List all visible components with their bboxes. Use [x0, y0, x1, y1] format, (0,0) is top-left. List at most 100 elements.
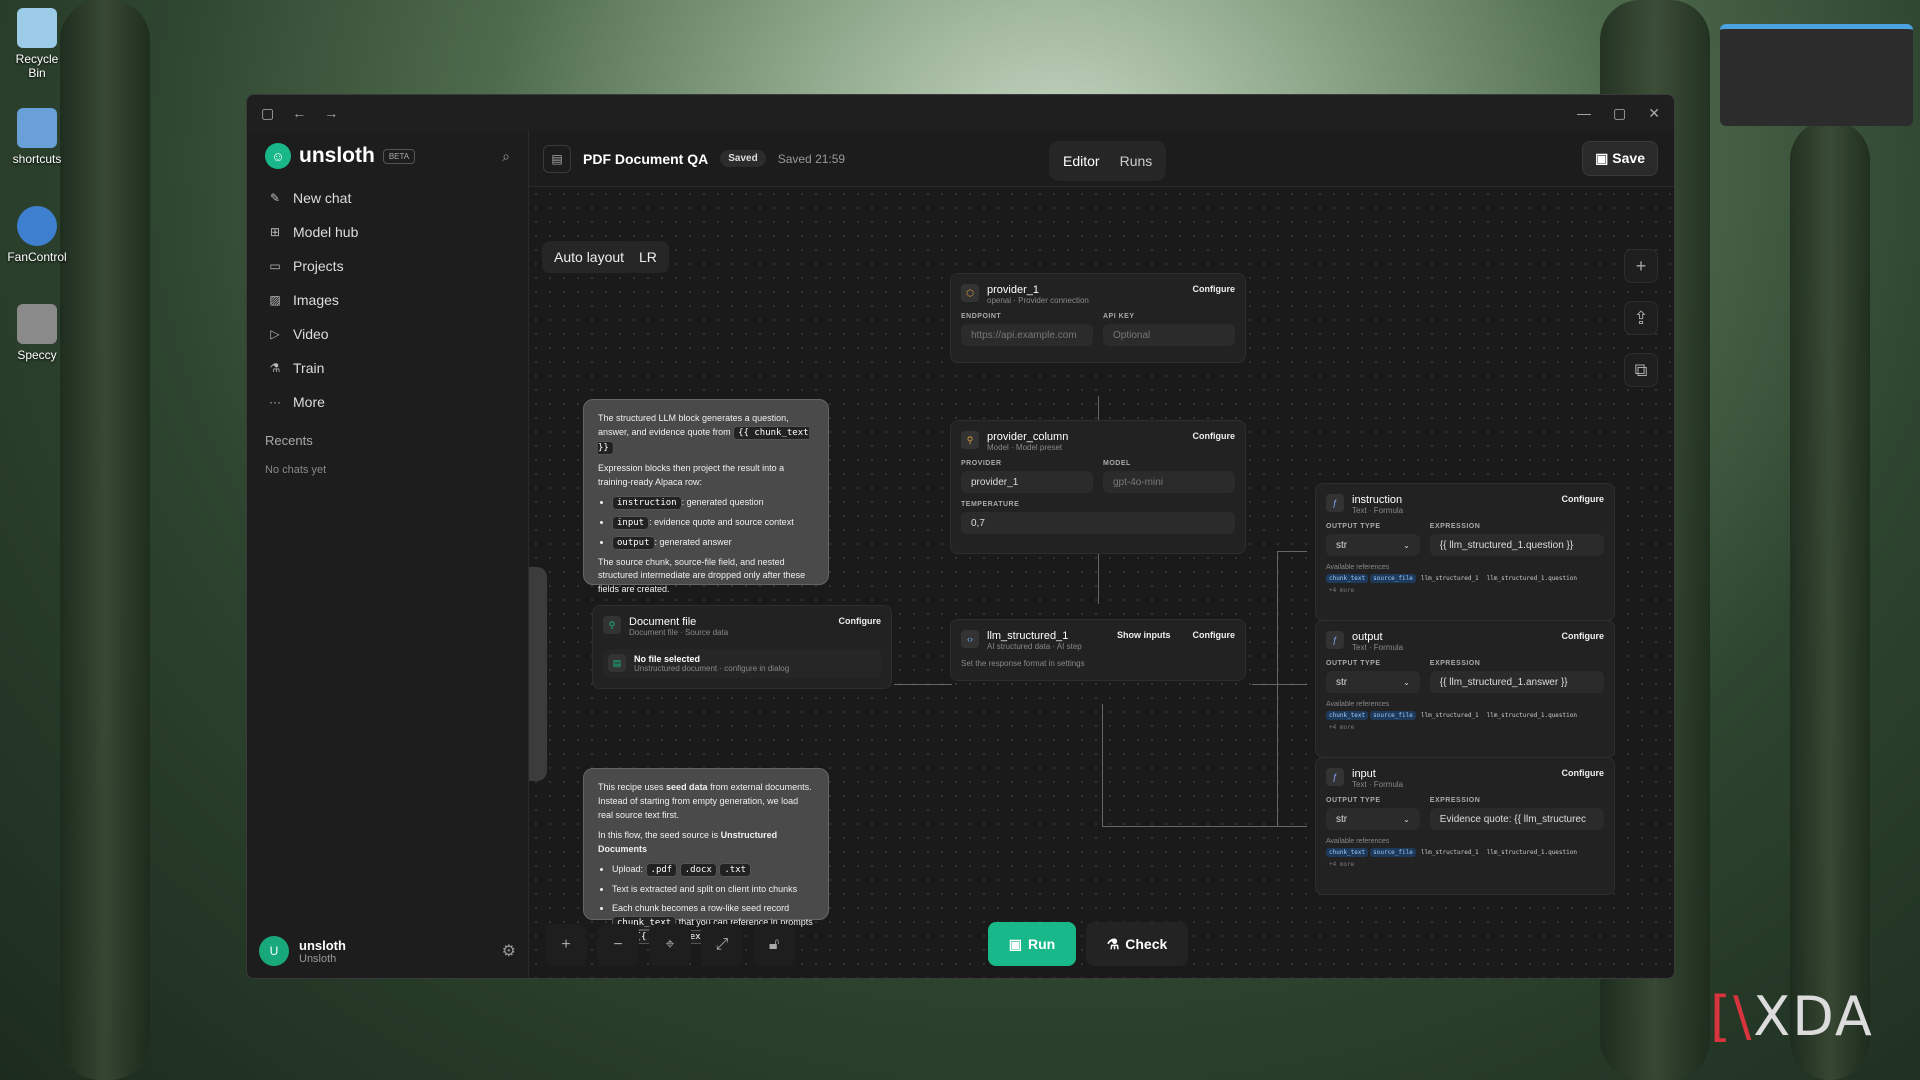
zoom-in-icon[interactable]: +: [545, 924, 587, 966]
close-icon[interactable]: ✕: [1648, 105, 1660, 122]
sidebar-item-video[interactable]: ▷ Video: [247, 317, 528, 351]
reference-chip[interactable]: llm_structured_1.question: [1484, 711, 1580, 720]
reference-chip[interactable]: llm_structured_1.question: [1484, 848, 1580, 857]
more-references[interactable]: +4 more: [1326, 586, 1357, 595]
reference-chip[interactable]: llm_structured_1: [1418, 574, 1482, 583]
sidebar-item-projects[interactable]: ▭ Projects: [247, 249, 528, 283]
endpoint-field[interactable]: https://api.example.com: [961, 324, 1093, 346]
configure-button[interactable]: Configure: [839, 616, 882, 626]
reference-chip[interactable]: chunk_text: [1326, 711, 1369, 720]
lock-icon[interactable]: 🔓︎: [753, 924, 795, 966]
xda-bracket: [\: [1710, 985, 1754, 1048]
expression-field[interactable]: {{ llm_structured_1.question }}: [1429, 534, 1604, 556]
auto-layout-button[interactable]: Auto layout: [542, 241, 637, 273]
canvas[interactable]: ▤ PDF Document QA Saved Saved 21:59 Edit…: [528, 131, 1674, 978]
configure-button[interactable]: Configure: [1193, 431, 1236, 441]
reference-chip[interactable]: llm_structured_1: [1418, 848, 1482, 857]
recycle-bin-icon[interactable]: Recycle Bin: [6, 8, 68, 80]
expression-node-input[interactable]: ƒ input Text · Formula Configure OUTPUT TYP…: [1315, 757, 1615, 895]
model-field[interactable]: gpt-4o-mini: [1103, 471, 1235, 493]
field-label: OUTPUT TYPE: [1326, 660, 1381, 667]
saved-time: Saved 21:59: [777, 151, 846, 166]
sidebar-item-images[interactable]: ▨ Images: [247, 283, 528, 317]
output-type-select[interactable]: str ⌄: [1326, 671, 1420, 693]
shortcuts-icon[interactable]: shortcuts: [6, 108, 68, 166]
fancontrol-icon[interactable]: FanControl: [6, 206, 68, 264]
gear-icon[interactable]: ⚙: [502, 941, 516, 961]
layout-direction-button[interactable]: LR: [627, 241, 669, 273]
field-label: ENDPOINT: [961, 313, 1002, 320]
provider-field[interactable]: provider_1: [961, 471, 1093, 493]
sidebar-item-more[interactable]: ··· More: [247, 385, 528, 419]
more-references[interactable]: +4 more: [1326, 860, 1357, 869]
file-drop-zone[interactable]: ▤ No file selected Unstructured document …: [603, 649, 881, 678]
sidebar-item-new-chat[interactable]: ✎ New chat: [247, 181, 528, 215]
configure-button[interactable]: Configure: [1562, 631, 1605, 641]
note-structured-llm[interactable]: The structured LLM block generates a que…: [583, 399, 829, 594]
expression-node-output[interactable]: ƒ output Text · Formula Configure OUTPUT TY…: [1315, 620, 1615, 758]
reference-chip[interactable]: source_file: [1370, 711, 1416, 720]
minimize-icon[interactable]: —: [1577, 105, 1591, 122]
reference-chip[interactable]: llm_structured_1.question: [1484, 574, 1580, 583]
fit-view-icon[interactable]: ⌖: [649, 924, 691, 966]
maximize-icon[interactable]: ▢: [1613, 105, 1626, 122]
node-subtitle: Text · Formula: [1352, 643, 1404, 652]
new-chat-icon: ✎: [269, 191, 281, 205]
connector: [1277, 684, 1307, 685]
sidebar-toggle-icon[interactable]: ▢: [261, 105, 274, 121]
output-type-select[interactable]: str ⌄: [1326, 808, 1420, 830]
run-button[interactable]: ▣ Run: [988, 922, 1076, 966]
note-text: The source chunk, source-file field, and…: [598, 556, 806, 595]
configure-button[interactable]: Configure: [1193, 284, 1236, 294]
document-icon: ▤: [543, 144, 571, 173]
tab-runs[interactable]: Runs: [1110, 145, 1163, 177]
output-type-select[interactable]: str ⌄: [1326, 534, 1420, 556]
expression-field[interactable]: Evidence quote: {{ llm_structurec: [1429, 808, 1604, 830]
taskbar-thumbnail[interactable]: [1720, 24, 1913, 126]
reference-chip[interactable]: llm_structured_1: [1418, 711, 1482, 720]
no-chats-text: No chats yet: [265, 464, 327, 476]
show-inputs-button[interactable]: Show inputs: [1117, 630, 1171, 640]
save-icon: ▣: [1595, 150, 1613, 166]
configure-button[interactable]: Configure: [1193, 630, 1236, 640]
search-icon[interactable]: ⌕: [502, 148, 510, 165]
back-icon[interactable]: ←: [292, 105, 306, 121]
sidebar-item-model-hub[interactable]: ⊞ Model hub: [247, 215, 528, 249]
llm-structured-node[interactable]: ‹› llm_structured_1 AI structured data · A…: [950, 619, 1246, 681]
export-icon[interactable]: ⇪: [1624, 301, 1658, 335]
provider-column-node[interactable]: ⚲ provider_column Model · Model preset Conf…: [950, 420, 1246, 554]
speccy-icon[interactable]: Speccy: [6, 304, 68, 362]
check-button[interactable]: ⚗ Check: [1086, 922, 1188, 966]
panel-handle[interactable]: [529, 567, 547, 781]
temperature-field[interactable]: 0,7: [961, 512, 1235, 534]
note-text: In this flow, the seed source is: [598, 829, 719, 840]
reference-chip[interactable]: source_file: [1370, 848, 1416, 857]
model-hub-icon: ⊞: [269, 225, 281, 239]
tab-editor[interactable]: Editor: [1053, 145, 1110, 177]
sidebar-item-train[interactable]: ⚗ Train: [247, 351, 528, 385]
reference-chip[interactable]: chunk_text: [1326, 848, 1369, 857]
more-references[interactable]: +4 more: [1326, 723, 1357, 732]
reference-chip[interactable]: chunk_text: [1326, 574, 1369, 583]
forward-icon[interactable]: →: [324, 105, 338, 121]
configure-button[interactable]: Configure: [1562, 768, 1605, 778]
reference-chip[interactable]: source_file: [1370, 574, 1416, 583]
api-key-field[interactable]: Optional: [1103, 324, 1235, 346]
user-profile[interactable]: U unsloth Unsloth ⚙: [259, 936, 516, 966]
note-text: Upload:: [612, 863, 644, 874]
document-file-node[interactable]: ⚲ Document file Document file · Source dat…: [592, 605, 892, 689]
save-button[interactable]: ▣ Save: [1582, 141, 1658, 176]
add-node-icon[interactable]: +: [1624, 249, 1658, 283]
fullscreen-icon[interactable]: ⤢: [701, 924, 743, 966]
zoom-out-icon[interactable]: −: [597, 924, 639, 966]
node-subtitle: Model · Model preset: [987, 443, 1063, 452]
expression-field[interactable]: {{ llm_structured_1.answer }}: [1429, 671, 1604, 693]
select-value: str: [1336, 539, 1348, 551]
desktop-icon-label: Speccy: [17, 348, 57, 362]
expression-node-instruction[interactable]: ƒ instruction Text · Formula Configure OUTP…: [1315, 483, 1615, 621]
no-file-sub: Unstructured document · configure in dia…: [634, 664, 790, 673]
configure-button[interactable]: Configure: [1562, 494, 1605, 504]
note-seed-data[interactable]: This recipe uses seed data from external…: [583, 768, 829, 945]
copy-icon[interactable]: ⧉: [1624, 353, 1658, 387]
provider-node[interactable]: ⬡ provider_1 openai · Provider connection C…: [950, 273, 1246, 363]
